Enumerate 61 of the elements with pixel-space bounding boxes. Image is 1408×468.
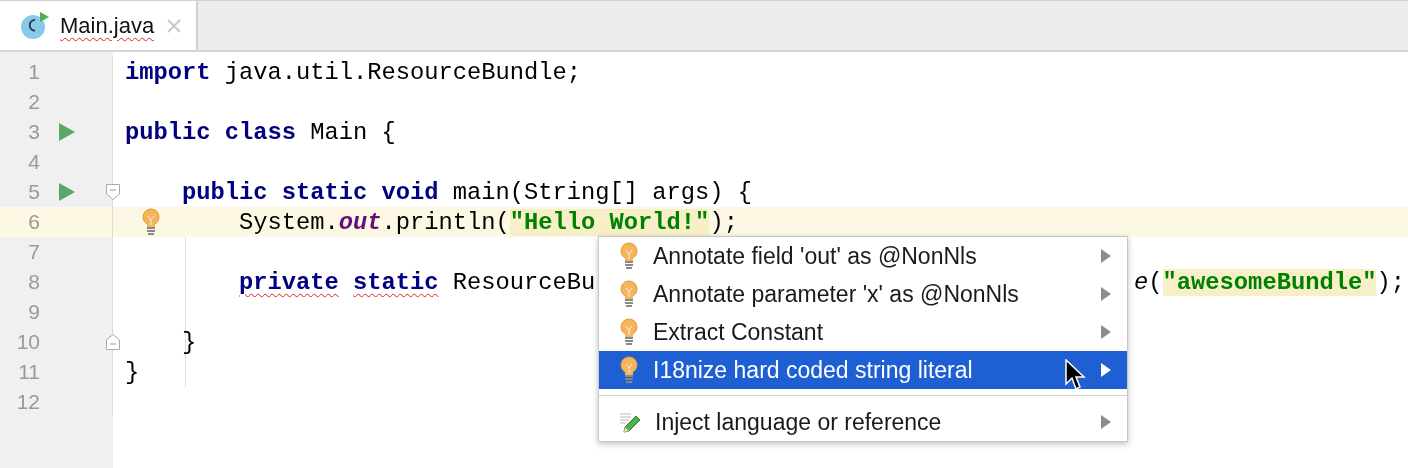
line-number: 2 [27,90,40,114]
menu-item-label: Annotate parameter 'x' as @NonNls [653,280,1019,308]
code-text: ( [1148,268,1163,296]
run-icon[interactable] [59,183,75,201]
line-number: 11 [17,360,40,384]
lightbulb-icon [619,356,639,384]
line-number: 12 [15,390,40,414]
line-number: 7 [27,240,40,264]
code-keyword: import [125,58,211,86]
line-number: 4 [27,150,40,174]
code-text: e [1134,268,1149,296]
menu-item[interactable]: I18nize hard coded string literal [599,351,1127,389]
menu-item[interactable]: Annotate parameter 'x' as @NonNls [599,275,1127,313]
menu-item[interactable]: Annotate field 'out' as @NonNls [599,237,1127,275]
line-number: 6 [27,210,40,234]
code-text: main(String[] args) { [451,178,753,206]
code-text: .println( [381,208,510,236]
fold-icon[interactable] [106,184,120,200]
menu-item[interactable]: Inject language or reference [599,403,1127,441]
menu-item-label: Inject language or reference [655,408,942,436]
code-text: ); [709,208,738,236]
class-file-icon [20,10,50,41]
run-icon[interactable] [59,123,75,141]
line-number: 1 [27,60,40,84]
submenu-arrow-icon [1101,415,1111,429]
code-text: ResourceBu [451,268,596,296]
lightbulb-icon [141,208,161,236]
menu-item-label: Extract Constant [653,318,824,346]
line-number: 9 [27,300,40,324]
menu-item-label: I18nize hard coded string literal [653,356,973,384]
submenu-arrow-icon [1101,287,1111,301]
string-literal: "Hello World!" [509,208,710,236]
submenu-arrow-icon [1101,363,1111,377]
code-keyword: public class [125,118,297,146]
code-keyword: public static void [182,178,439,206]
fold-icon[interactable] [106,334,120,350]
code-keyword: private [239,268,339,296]
line-number: 8 [27,270,40,294]
code-text: out [338,208,382,236]
file-tab[interactable]: Main.java [0,1,198,50]
string-literal: "awesomeBundle" [1162,268,1377,296]
submenu-arrow-icon [1101,249,1111,263]
code-text: Main { [309,118,396,146]
code-keyword: static [353,268,439,296]
cursor-icon [1065,359,1087,391]
pencil-icon [619,411,641,433]
code-text: } [125,358,140,386]
lightbulb-icon [619,280,639,308]
menu-item[interactable]: Extract Constant [599,313,1127,351]
line-number: 3 [27,120,40,144]
tab-title: Main.java [60,12,155,39]
code-text: java.util.ResourceBundle; [223,58,582,86]
line-number: 10 [15,330,40,354]
code-text: ); [1376,268,1405,296]
lightbulb-icon [619,242,639,270]
code-text: System. [239,208,339,236]
menu-item-label: Annotate field 'out' as @NonNls [653,242,977,270]
lightbulb-icon [619,318,639,346]
line-number: 5 [27,180,40,204]
submenu-arrow-icon [1101,325,1111,339]
code-text: } [182,328,197,356]
